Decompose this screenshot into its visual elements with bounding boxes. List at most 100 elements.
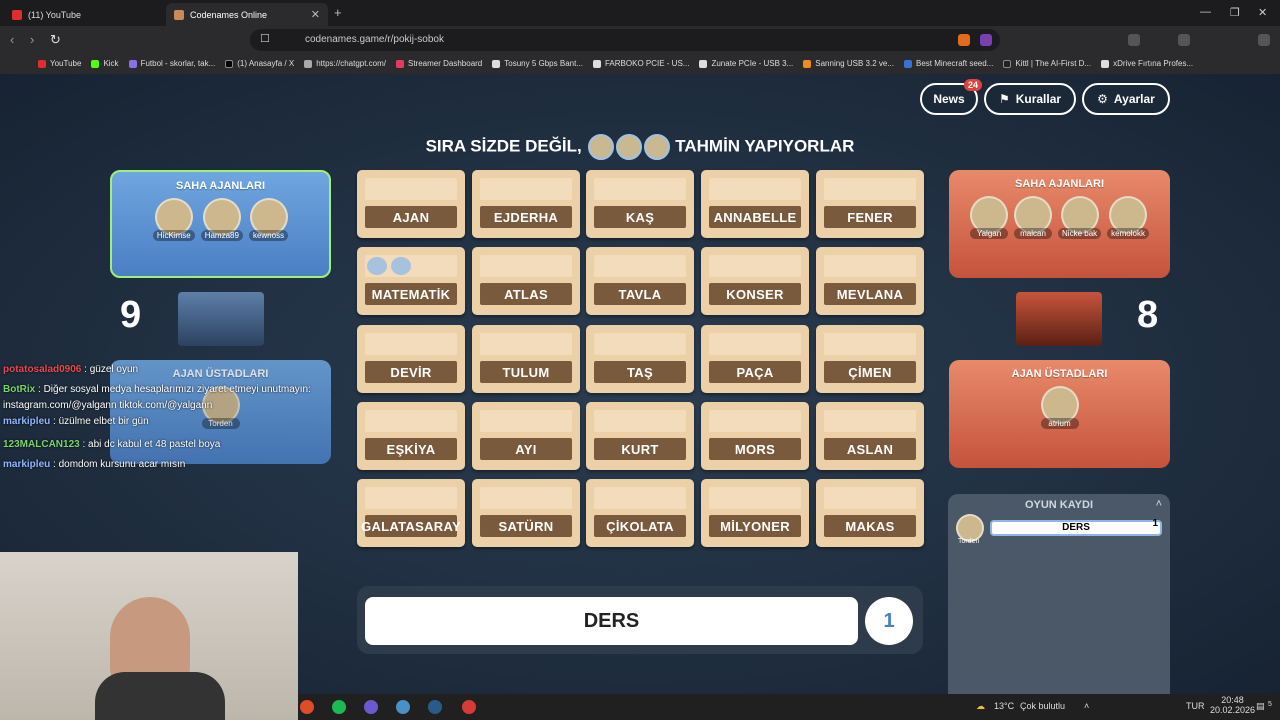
word-card[interactable]: SATÜRN bbox=[472, 479, 580, 547]
word-card[interactable]: EŞKİYA bbox=[357, 402, 465, 470]
close-window-button[interactable]: ✕ bbox=[1258, 6, 1267, 19]
player-avatar[interactable]: kewnoss bbox=[248, 198, 289, 241]
app-icon[interactable] bbox=[396, 700, 410, 714]
bookmark-item[interactable]: xDrive Fırtına Profes... bbox=[1101, 59, 1193, 68]
card-word: KURT bbox=[594, 438, 686, 460]
brave-shield-icon[interactable] bbox=[958, 34, 970, 46]
menu-icon[interactable] bbox=[1258, 34, 1270, 46]
bookmark-icon[interactable]: ☐ bbox=[260, 32, 270, 45]
news-button[interactable]: News 24 bbox=[920, 79, 982, 115]
settings-button[interactable]: ⚙ Ayarlar bbox=[1082, 83, 1170, 115]
bookmark-item[interactable]: Kick bbox=[91, 59, 119, 68]
bookmark-item[interactable]: Sanning USB 3.2 ve... bbox=[803, 59, 894, 68]
player-avatar[interactable]: kemolokk bbox=[1107, 196, 1149, 239]
bookmark-item[interactable]: (1) Anasayfa / X bbox=[225, 59, 294, 68]
bookmark-item[interactable]: Tosuny 5 Gbps Bant... bbox=[492, 59, 583, 68]
bookmark-item[interactable]: Futbol - skorlar, tak... bbox=[128, 59, 215, 68]
clock[interactable]: 20:48 20.02.2026 bbox=[1210, 695, 1255, 715]
blue-score: 9 bbox=[120, 294, 142, 336]
card-picture-area bbox=[709, 333, 801, 355]
chat-username: potatosalad0906 bbox=[3, 364, 82, 375]
collapse-icon[interactable]: ˄ bbox=[1156, 498, 1162, 510]
maximize-button[interactable]: ❐ bbox=[1230, 6, 1240, 19]
word-card[interactable]: MATEMATİK bbox=[357, 247, 465, 315]
player-avatar[interactable]: Nicke bak bbox=[1058, 196, 1102, 239]
card-picture-area bbox=[365, 178, 457, 200]
card-word: MAKAS bbox=[824, 515, 916, 537]
word-card[interactable]: ASLAN bbox=[816, 402, 924, 470]
word-card[interactable]: GALATASARAY bbox=[357, 479, 465, 547]
avatar bbox=[587, 134, 614, 160]
chat-text: : domdom kursunu acar mısın bbox=[53, 459, 186, 470]
player-avatar[interactable]: Hamza89 bbox=[200, 198, 243, 241]
back-icon[interactable]: ‹ bbox=[10, 32, 14, 47]
brave-icon[interactable] bbox=[300, 700, 314, 714]
word-card[interactable]: PAÇA bbox=[701, 325, 809, 393]
new-tab-button[interactable]: + bbox=[334, 5, 342, 20]
card-word: ANNABELLE bbox=[709, 206, 801, 228]
word-card[interactable]: ÇİMEN bbox=[816, 325, 924, 393]
bookmark-item[interactable]: YouTube bbox=[38, 59, 81, 68]
word-card[interactable]: EJDERHA bbox=[472, 170, 580, 238]
word-card[interactable]: MAKAS bbox=[816, 479, 924, 547]
avatar bbox=[615, 134, 642, 160]
notification-icon[interactable]: ▤ bbox=[1256, 701, 1265, 712]
forward-icon[interactable]: › bbox=[30, 32, 34, 47]
steam-icon[interactable] bbox=[428, 700, 442, 714]
word-card[interactable]: DEVİR bbox=[357, 325, 465, 393]
card-word: PAÇA bbox=[709, 361, 801, 383]
word-card[interactable]: MEVLANA bbox=[816, 247, 924, 315]
minimize-button[interactable]: — bbox=[1200, 6, 1211, 18]
obs-icon[interactable] bbox=[462, 700, 476, 714]
blue-operatives-panel: SAHA AJANLARI HicKimse Hamza89 kewnoss bbox=[110, 170, 331, 278]
card-picture-area bbox=[365, 487, 457, 509]
card-word: MEVLANA bbox=[824, 283, 916, 305]
news-badge: 24 bbox=[963, 79, 982, 91]
word-card[interactable]: ATLAS bbox=[472, 247, 580, 315]
bookmark-item[interactable]: https://chatgpt.com/ bbox=[304, 59, 386, 68]
player-avatar[interactable]: atrium bbox=[1040, 386, 1079, 429]
card-word: EJDERHA bbox=[480, 206, 572, 228]
clue-word: DERS bbox=[365, 597, 858, 645]
word-card[interactable]: KAŞ bbox=[586, 170, 694, 238]
word-card[interactable]: TAVLA bbox=[586, 247, 694, 315]
rewards-icon[interactable] bbox=[980, 34, 992, 46]
card-picture-area bbox=[365, 333, 457, 355]
nav-row: ‹ › ↻ ☐ codenames.game/r/pokij-sobok bbox=[0, 26, 1280, 54]
url-text[interactable]: codenames.game/r/pokij-sobok bbox=[305, 34, 444, 45]
bookmark-item[interactable]: Streamer Dashboard bbox=[396, 59, 482, 68]
chevron-up-icon[interactable]: ˄ bbox=[1084, 701, 1089, 711]
word-card[interactable]: MİLYONER bbox=[701, 479, 809, 547]
word-card[interactable]: TULUM bbox=[472, 325, 580, 393]
tab-codenames[interactable]: Codenames Online ✕ bbox=[166, 3, 328, 26]
sidebar-icon[interactable] bbox=[1178, 34, 1190, 46]
word-card[interactable]: KURT bbox=[586, 402, 694, 470]
player-avatar[interactable]: HicKimse bbox=[152, 198, 195, 241]
avatar bbox=[643, 134, 670, 160]
word-card[interactable]: KONSER bbox=[701, 247, 809, 315]
player-avatar[interactable]: Yalgan bbox=[970, 196, 1009, 239]
tab-youtube[interactable]: (11) YouTube bbox=[4, 3, 164, 26]
rules-button[interactable]: ⚑ Kurallar bbox=[984, 83, 1076, 115]
discord-icon[interactable] bbox=[364, 700, 378, 714]
word-card[interactable]: MORS bbox=[701, 402, 809, 470]
word-card[interactable]: ANNABELLE bbox=[701, 170, 809, 238]
bookmark-item[interactable]: Kittl | The AI-First D... bbox=[1003, 59, 1091, 68]
word-card[interactable]: AYI bbox=[472, 402, 580, 470]
word-card[interactable]: FENER bbox=[816, 170, 924, 238]
bookmark-item[interactable]: FARBOKO PCIE - US... bbox=[592, 59, 689, 68]
close-tab-icon[interactable]: ✕ bbox=[311, 8, 320, 21]
bookmark-item[interactable]: Best Minecraft seed... bbox=[903, 59, 993, 68]
word-card[interactable]: AJAN bbox=[357, 170, 465, 238]
word-card[interactable]: TAŞ bbox=[586, 325, 694, 393]
spotify-icon[interactable] bbox=[332, 700, 346, 714]
word-card[interactable]: ÇİKOLATA bbox=[586, 479, 694, 547]
player-avatar[interactable]: malcan bbox=[1014, 196, 1053, 239]
bookmark-item[interactable]: Zunate PCIe - USB 3... bbox=[699, 59, 793, 68]
card-word: DEVİR bbox=[365, 361, 457, 383]
reload-icon[interactable]: ↻ bbox=[50, 32, 61, 48]
chat-text: : üzülme elbet bir gün bbox=[53, 416, 149, 427]
extensions-icon[interactable] bbox=[1128, 34, 1140, 46]
card-word: KAŞ bbox=[594, 206, 686, 228]
turn-banner: SIRA SİZDE DEĞİL, TAHMİN YAPIYORLAR bbox=[0, 134, 1280, 160]
